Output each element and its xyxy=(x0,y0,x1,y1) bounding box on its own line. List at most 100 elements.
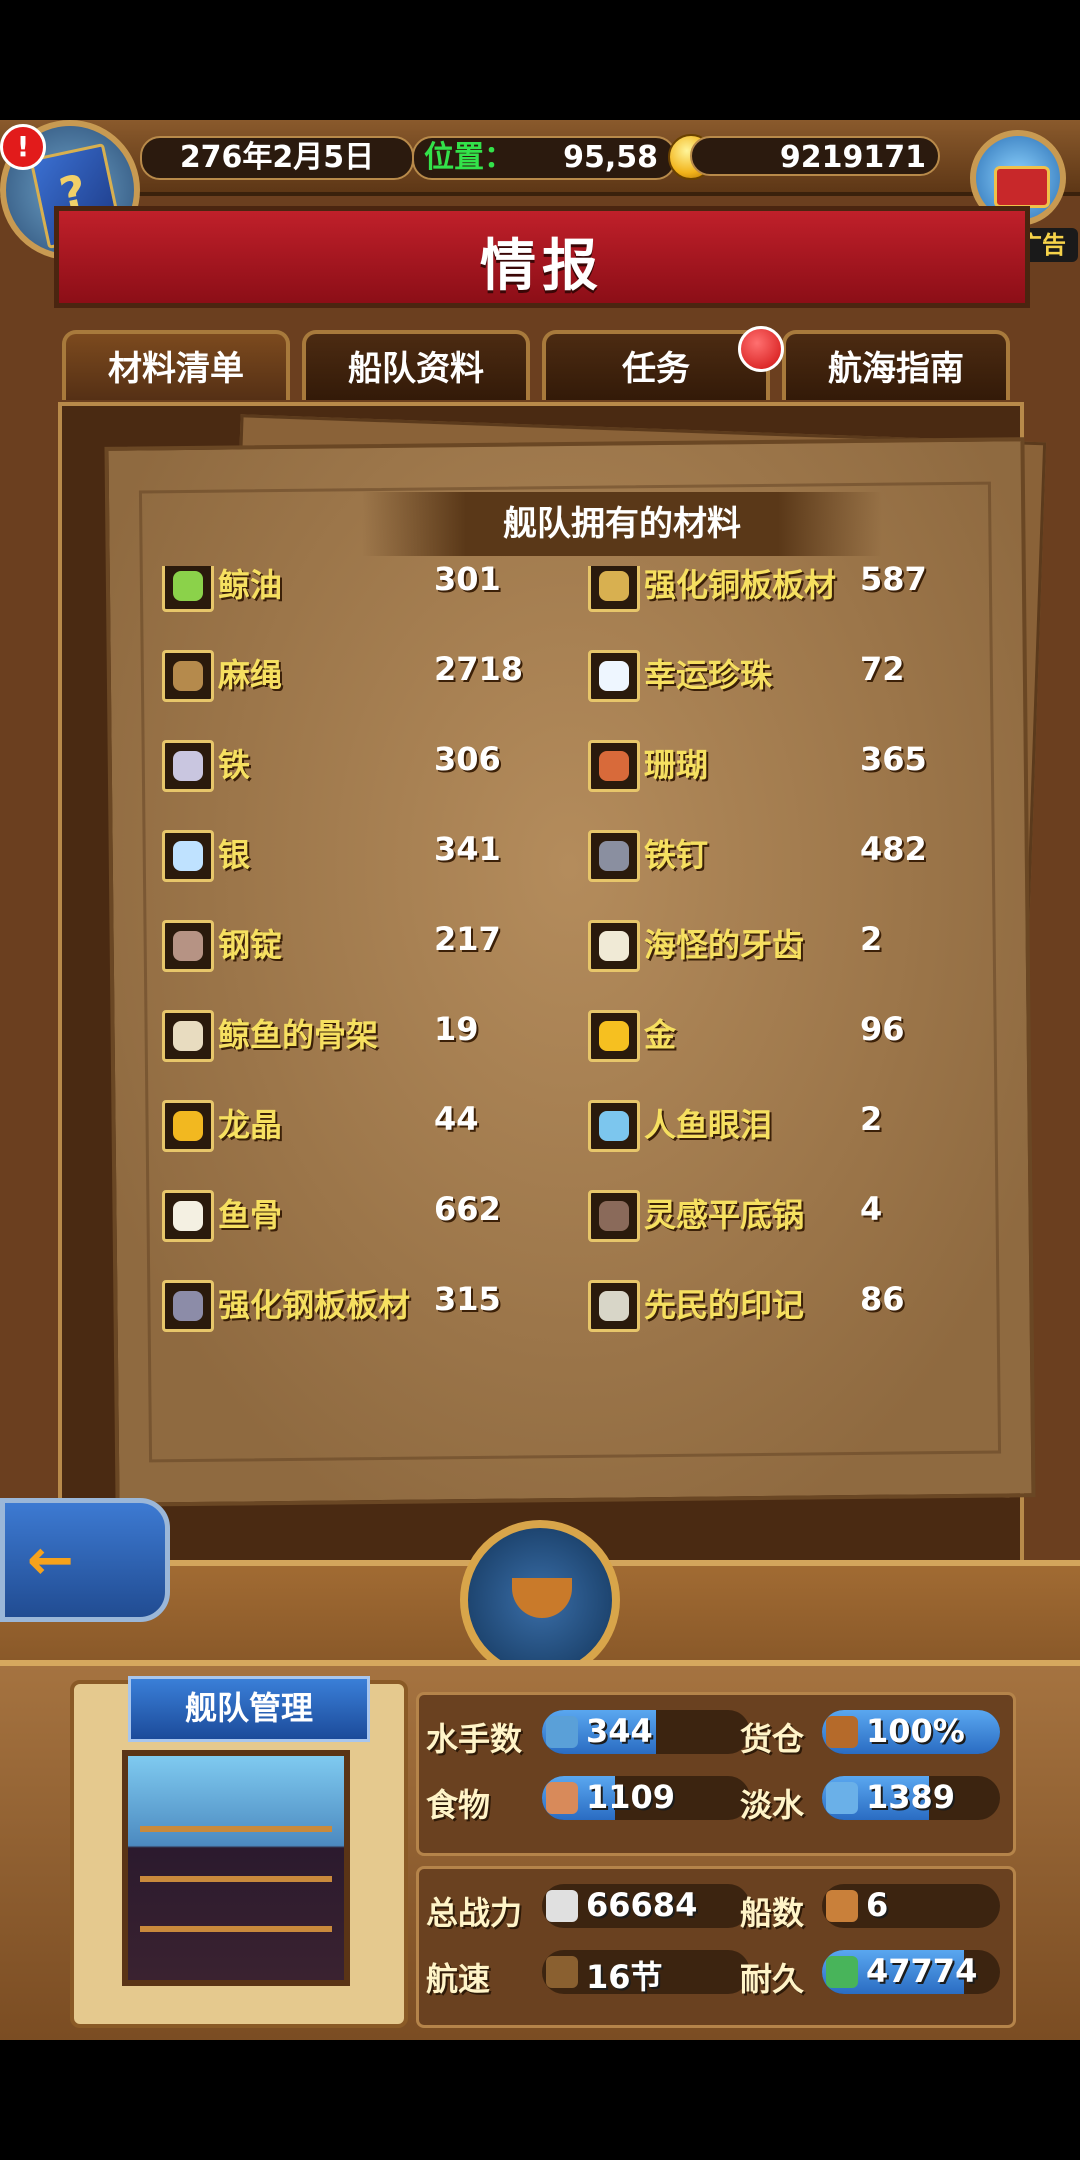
material-item: 铁 306 xyxy=(162,734,582,792)
material-item: 珊瑚 365 xyxy=(588,734,1008,792)
material-icon xyxy=(588,920,640,972)
material-item: 幸运珍珠 72 xyxy=(588,644,1008,702)
tab-bar: 材料清单 船队资料 任务 航海指南 xyxy=(62,326,1020,402)
arrow-left-icon: ← xyxy=(27,1528,74,1593)
back-button[interactable]: ← xyxy=(0,1498,170,1622)
fleet-ship-image[interactable] xyxy=(122,1750,350,1986)
material-icon xyxy=(162,920,214,972)
fleet-management-button[interactable]: 舰队管理 xyxy=(128,1676,370,1742)
material-quantity: 482 xyxy=(860,830,927,868)
material-item: 鲸油 301 xyxy=(162,566,582,612)
material-name: 铁钉 xyxy=(644,836,709,874)
page-title: 情报 xyxy=(480,234,604,299)
material-quantity: 306 xyxy=(434,740,501,778)
material-quantity: 301 xyxy=(434,566,501,598)
material-quantity: 662 xyxy=(434,1190,501,1228)
material-icon xyxy=(162,566,214,612)
material-name: 强化铜板板材 xyxy=(644,566,837,604)
tab-quests[interactable]: 任务 xyxy=(542,330,770,400)
material-quantity: 44 xyxy=(434,1100,479,1138)
material-item: 先民的印记 86 xyxy=(588,1274,1008,1332)
position-display: 位置： 95,58 xyxy=(412,136,676,180)
material-name: 钢锭 xyxy=(218,926,283,964)
stat-icon xyxy=(826,1716,858,1748)
stat-label: 船数 xyxy=(740,1894,805,1932)
materials-panel: 舰队拥有的材料 鲸油 301 麻绳 2718 铁 306 银 341 钢锭 217 鲸鱼的骨架 19 龙… xyxy=(58,402,1047,1572)
stat-icon xyxy=(546,1956,578,1988)
stat-value: 66684 xyxy=(586,1886,698,1924)
material-item: 银 341 xyxy=(162,824,582,882)
tab-materials[interactable]: 材料清单 xyxy=(62,330,290,400)
stat-value: 1389 xyxy=(866,1778,956,1816)
material-name: 银 xyxy=(218,836,251,874)
material-icon xyxy=(162,1190,214,1242)
material-icon xyxy=(588,1010,640,1062)
stat-bar: 1109 xyxy=(542,1776,750,1820)
stat-label: 淡水 xyxy=(740,1786,805,1824)
stat-icon xyxy=(826,1956,858,1988)
material-name: 幸运珍珠 xyxy=(644,656,773,694)
tab-fleet-info[interactable]: 船队资料 xyxy=(302,330,530,400)
material-quantity: 4 xyxy=(860,1190,883,1228)
material-item: 灵感平底锅 4 xyxy=(588,1184,1008,1242)
stat-icon xyxy=(826,1782,858,1814)
stat-icon xyxy=(546,1716,578,1748)
material-icon xyxy=(588,566,640,612)
material-icon xyxy=(162,1010,214,1062)
ship-emblem-icon[interactable] xyxy=(460,1520,620,1680)
material-icon xyxy=(162,1100,214,1152)
stat-bar: 344 xyxy=(542,1710,750,1754)
material-icon xyxy=(162,740,214,792)
position-label: 位置： xyxy=(424,140,514,175)
material-icon xyxy=(588,1100,640,1152)
material-quantity: 217 xyxy=(434,920,501,958)
stat-value: 1109 xyxy=(586,1778,676,1816)
stat-value: 100% xyxy=(866,1712,965,1750)
material-name: 铁 xyxy=(218,746,251,784)
material-quantity: 2 xyxy=(860,920,883,958)
material-item: 海怪的牙齿 2 xyxy=(588,914,1008,972)
material-quantity: 86 xyxy=(860,1280,905,1318)
material-name: 先民的印记 xyxy=(644,1286,805,1324)
material-icon xyxy=(588,740,640,792)
material-quantity: 19 xyxy=(434,1010,479,1048)
material-name: 鲸鱼的骨架 xyxy=(218,1016,379,1054)
stat-label: 航速 xyxy=(426,1960,491,1998)
material-name: 海怪的牙齿 xyxy=(644,926,805,964)
material-name: 鱼骨 xyxy=(218,1196,283,1234)
material-name: 金 xyxy=(644,1016,677,1054)
material-icon xyxy=(588,1190,640,1242)
stat-value: 16节 xyxy=(586,1958,663,1994)
stat-bar: 1389 xyxy=(822,1776,1000,1820)
material-quantity: 2718 xyxy=(434,650,524,688)
stat-label: 货仓 xyxy=(740,1720,805,1758)
material-item: 钢锭 217 xyxy=(162,914,582,972)
material-name: 龙晶 xyxy=(218,1106,283,1144)
materials-title: 舰队拥有的材料 xyxy=(362,492,882,556)
material-icon xyxy=(588,830,640,882)
notification-badge xyxy=(738,326,784,372)
materials-list[interactable]: 鲸油 301 麻绳 2718 铁 306 银 341 钢锭 217 鲸鱼的骨架 19 龙晶 44 鱼骨 662… xyxy=(162,566,1022,1486)
gold-amount: 9219171 xyxy=(690,136,940,176)
stat-icon xyxy=(546,1890,578,1922)
material-quantity: 341 xyxy=(434,830,501,868)
material-item: 强化钢板板材 315 xyxy=(162,1274,582,1332)
alert-icon: ! xyxy=(0,124,46,170)
top-bar: 276年2月5日 位置： 95,58 9219171 xyxy=(0,120,1080,196)
material-item: 铁钉 482 xyxy=(588,824,1008,882)
material-icon xyxy=(162,650,214,702)
material-name: 人鱼眼泪 xyxy=(644,1106,773,1144)
title-banner: 情报 xyxy=(54,206,1030,308)
material-icon xyxy=(162,830,214,882)
material-quantity: 315 xyxy=(434,1280,501,1318)
material-quantity: 2 xyxy=(860,1100,883,1138)
tab-sailing-guide[interactable]: 航海指南 xyxy=(782,330,1010,400)
stat-value: 6 xyxy=(866,1886,889,1924)
material-quantity: 96 xyxy=(860,1010,905,1048)
date-display: 276年2月5日 xyxy=(140,136,414,180)
stat-value: 47774 xyxy=(866,1952,978,1990)
stat-bar: 16节 xyxy=(542,1950,750,1994)
material-item: 龙晶 44 xyxy=(162,1094,582,1152)
material-item: 麻绳 2718 xyxy=(162,644,582,702)
stat-label: 总战力 xyxy=(426,1894,523,1932)
